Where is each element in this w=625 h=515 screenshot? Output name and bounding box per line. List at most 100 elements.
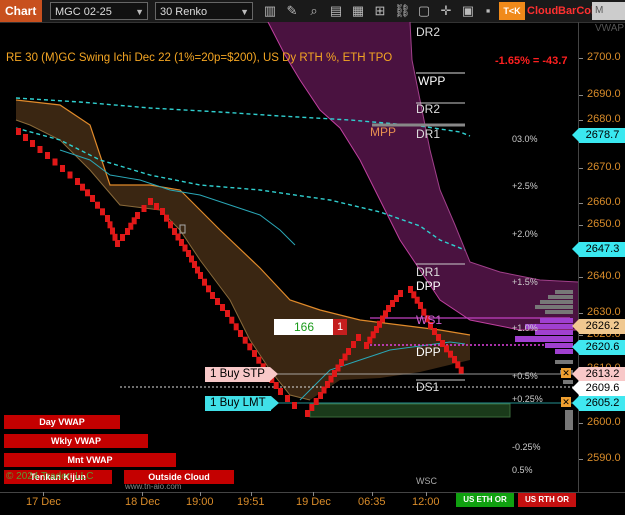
chevron-down-icon: ▼ xyxy=(135,7,144,17)
renko-brick xyxy=(110,227,115,235)
renko-brick xyxy=(346,348,351,355)
zoom-icon[interactable]: ⌕ xyxy=(306,2,322,20)
chart-tab[interactable]: Chart xyxy=(0,0,42,22)
y-tick: 2690.0 xyxy=(579,88,621,100)
renko-brick xyxy=(356,334,361,341)
renko-brick xyxy=(90,195,95,202)
renko-brick xyxy=(67,171,73,179)
y-tick: 2590.0 xyxy=(579,452,621,464)
pencil-icon[interactable]: ✎ xyxy=(284,2,300,20)
level-wpp: WPP xyxy=(418,74,446,88)
renko-brick xyxy=(135,212,140,219)
level-dr2-top: DR2 xyxy=(416,25,441,39)
level-ws1: WS1 xyxy=(416,313,443,327)
renko-brick xyxy=(432,328,437,335)
tk-toggle-button[interactable]: T<K xyxy=(499,2,525,20)
renko-brick xyxy=(202,278,207,286)
order-quantity-box[interactable]: 166 xyxy=(274,319,334,335)
y-tick: 2630.0 xyxy=(579,306,621,318)
day-vwap-button[interactable]: Day VWAP xyxy=(4,415,120,429)
renko-brick xyxy=(80,183,85,191)
price-tag-weekly-vwap: 2678.7 xyxy=(572,128,625,143)
renko-brick xyxy=(141,205,147,212)
close-order-icon[interactable]: ✕ xyxy=(561,397,571,407)
chevron-down-icon: ▼ xyxy=(240,7,249,17)
price-axis[interactable]: 2700.0 2690.0 2680.0 2670.0 2660.0 2650.… xyxy=(572,22,625,492)
pct-label: +1.0% xyxy=(512,323,538,333)
renko-brick xyxy=(247,343,253,351)
renko-brick xyxy=(45,152,50,159)
price-plot[interactable]: RE 30 (M)GC Swing Ichi Dec 22 (1%=20p=$2… xyxy=(0,21,579,507)
renko-brick xyxy=(164,214,169,222)
renko-brick xyxy=(278,388,283,395)
drawing-tools-icon[interactable]: ⊞ xyxy=(372,2,388,20)
renko-brick xyxy=(418,302,423,309)
price-tag-kijun: 2620.6 xyxy=(572,340,625,355)
link-icon[interactable]: ⛓ xyxy=(394,2,411,20)
change-readout: -1.65% = -43.7 xyxy=(495,55,568,67)
vwap-toggle-button[interactable]: M VWAP xyxy=(592,2,625,34)
renko-brick xyxy=(85,189,90,197)
renko-brick xyxy=(252,350,257,357)
renko-brick xyxy=(229,316,235,324)
renko-brick xyxy=(210,292,215,299)
pct-label: +1.5% xyxy=(512,277,538,287)
or-zone xyxy=(309,403,511,418)
time-axis[interactable]: 17 Dec 18 Dec 19:00 19:51 19 Dec 06:35 1… xyxy=(0,492,625,515)
y-tick: 2660.0 xyxy=(579,196,621,208)
x-tick: 19 Dec xyxy=(296,492,331,508)
renko-brick xyxy=(436,334,441,341)
renko-brick xyxy=(95,201,100,209)
renko-brick xyxy=(273,382,279,389)
renko-brick xyxy=(206,285,211,293)
renko-brick xyxy=(225,310,230,317)
order-icon[interactable]: ▣ xyxy=(460,2,476,20)
window-icon[interactable]: ▢ xyxy=(416,2,432,20)
y-tick: 2680.0 xyxy=(579,113,621,125)
close-order-icon[interactable]: ✕ xyxy=(561,368,571,378)
barcol-toggle-button[interactable]: BarCol xyxy=(558,2,594,20)
wkly-vwap-button[interactable]: Wkly VWAP xyxy=(4,434,148,448)
instrument-label: MGC 02-25 xyxy=(55,6,112,18)
price-tag-last: 2609.6 xyxy=(572,381,625,396)
properties-icon[interactable]: ▤ xyxy=(328,2,344,20)
y-tick: 2650.0 xyxy=(579,218,621,230)
pct-label: +2.0% xyxy=(512,229,538,239)
renko-brick xyxy=(351,341,356,348)
renko-brick xyxy=(305,410,310,417)
price-tag-buy-limit: 2605.2 xyxy=(572,396,625,411)
pct-label: 03.0% xyxy=(512,134,538,144)
x-tick: 18 Dec xyxy=(125,492,160,508)
renko-brick xyxy=(220,304,225,311)
y-tick: 2670.0 xyxy=(579,161,621,173)
buy-stop-order[interactable]: 1 Buy STP xyxy=(205,367,278,382)
level-dr1: DR1 xyxy=(416,265,441,279)
crosshair-icon[interactable]: ✛ xyxy=(438,2,454,20)
renko-brick xyxy=(233,323,239,331)
buy-limit-order[interactable]: 1 Buy LMT xyxy=(205,396,279,411)
x-tick: 19:00 xyxy=(186,492,214,508)
renko-brick xyxy=(148,198,153,205)
instrument-selector[interactable]: MGC 02-25 ▼ xyxy=(50,2,148,20)
renko-brick xyxy=(100,208,105,216)
data-box-icon[interactable]: ▦ xyxy=(350,2,366,20)
renko-brick xyxy=(75,178,80,185)
renko-brick xyxy=(115,240,120,247)
renko-brick xyxy=(23,134,28,141)
renko-brick xyxy=(242,336,248,344)
cloud-toggle-button[interactable]: Cloud xyxy=(527,2,558,20)
renko-brick xyxy=(215,298,220,305)
bar-type-label: 30 Renko xyxy=(160,6,208,18)
bars-icon[interactable]: ▥ xyxy=(262,2,278,20)
renko-brick xyxy=(105,215,110,222)
y-tick: 2640.0 xyxy=(579,270,621,282)
mnt-vwap-button[interactable]: Mnt VWAP xyxy=(4,453,176,467)
x-tick: 17 Dec xyxy=(26,492,61,508)
level-ds1: DS1 xyxy=(416,380,440,394)
lock-icon[interactable]: ▪ xyxy=(480,2,496,20)
order-quantity-badge[interactable]: 1 xyxy=(333,319,347,335)
level-dpp: DPP xyxy=(416,345,441,359)
level-mpp: MPP xyxy=(370,125,397,139)
bar-type-selector[interactable]: 30 Renko ▼ xyxy=(155,2,253,20)
pct-label: -0.25% xyxy=(512,442,541,452)
